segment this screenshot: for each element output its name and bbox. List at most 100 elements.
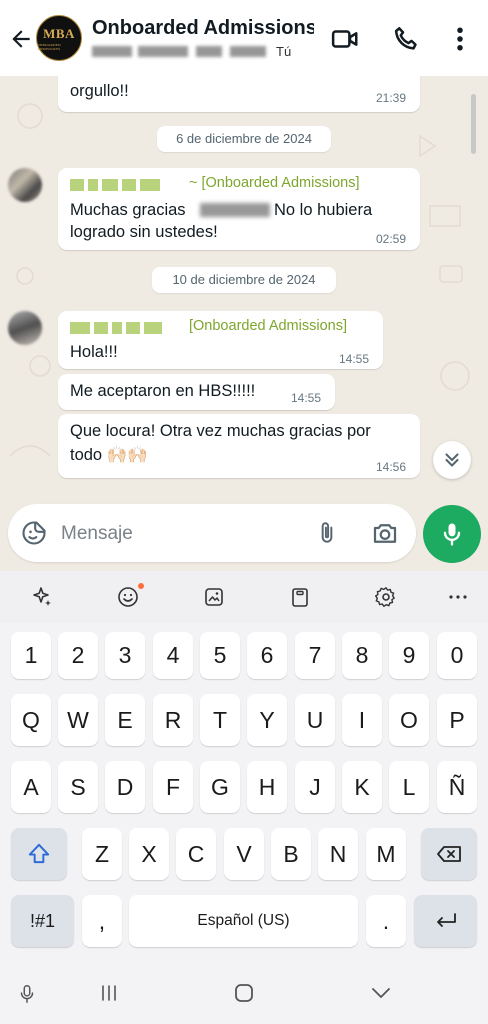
key-d[interactable]: D: [105, 761, 145, 813]
hide-keyboard-chevron-down-icon[interactable]: [368, 983, 394, 1003]
home-icon[interactable]: [232, 981, 256, 1005]
key-k[interactable]: K: [342, 761, 382, 813]
message-bubble[interactable]: orgullo!! 21:39: [58, 76, 420, 112]
key-p[interactable]: P: [437, 694, 477, 746]
key-2[interactable]: 2: [58, 632, 98, 679]
key-x[interactable]: X: [129, 828, 169, 880]
participant-self: Tú: [276, 44, 292, 59]
redacted-name: [200, 203, 270, 217]
enter-key[interactable]: [414, 895, 477, 947]
sender-avatar[interactable]: [8, 168, 42, 202]
message-text: logrado sin ustedes!: [70, 223, 218, 241]
key-0[interactable]: 0: [437, 632, 477, 679]
voice-call-icon[interactable]: [391, 24, 421, 54]
chat-header: MBA ONBOARDED ADMISSIONS Onboarded Admis…: [0, 0, 488, 76]
comma-key[interactable]: ,: [82, 895, 122, 947]
sender-name: [Onboarded Admissions]: [189, 318, 347, 334]
key-g[interactable]: G: [200, 761, 240, 813]
key-9[interactable]: 9: [389, 632, 429, 679]
message-text: Me aceptaron en HBS!!!!!: [70, 382, 256, 400]
image-translate-icon[interactable]: [200, 583, 228, 611]
period-key[interactable]: .: [366, 895, 406, 947]
date-separator: 6 de diciembre de 2024: [157, 126, 331, 152]
more-options-icon[interactable]: [445, 24, 475, 54]
message-bubble[interactable]: Que locura! Otra vez muchas gracias por …: [58, 414, 420, 478]
shift-key[interactable]: [11, 828, 67, 880]
space-key[interactable]: Español (US): [129, 895, 358, 947]
key-l[interactable]: L: [389, 761, 429, 813]
key-q[interactable]: Q: [11, 694, 51, 746]
key-n[interactable]: N: [318, 828, 358, 880]
message-time: 21:39: [376, 91, 407, 105]
participants-list[interactable]: Tú: [92, 44, 302, 60]
key-s[interactable]: S: [58, 761, 98, 813]
message-text: No lo hubiera: [274, 201, 373, 219]
key-y[interactable]: Y: [247, 694, 287, 746]
recent-apps-icon[interactable]: [96, 981, 122, 1005]
clipboard-icon[interactable]: [286, 583, 314, 611]
key-i[interactable]: I: [342, 694, 382, 746]
key-b[interactable]: B: [271, 828, 311, 880]
key-8[interactable]: 8: [342, 632, 382, 679]
message-input[interactable]: Mensaje: [61, 523, 133, 545]
date-separator: 10 de diciembre de 2024: [152, 267, 336, 293]
back-arrow-icon[interactable]: [8, 26, 34, 52]
video-call-icon[interactable]: [330, 24, 360, 54]
keyboard-toolbar: [0, 571, 488, 623]
sticker-icon[interactable]: [20, 519, 48, 547]
sender-name: ~ [Onboarded Admissions]: [189, 175, 360, 191]
backspace-key[interactable]: [421, 828, 477, 880]
key-z[interactable]: Z: [82, 828, 122, 880]
sender-name-redacted: [70, 321, 166, 334]
key-j[interactable]: J: [295, 761, 335, 813]
message-list[interactable]: orgullo!! 21:39 6 de diciembre de 2024 ~…: [0, 76, 488, 493]
message-bubble[interactable]: Me aceptaron en HBS!!!!! 14:55: [58, 374, 335, 410]
key-7[interactable]: 7: [295, 632, 335, 679]
emoji-icon[interactable]: [114, 583, 144, 611]
key-f[interactable]: F: [153, 761, 193, 813]
key-e[interactable]: E: [105, 694, 145, 746]
symbols-key[interactable]: !#1: [11, 895, 74, 947]
message-composer[interactable]: Mensaje: [8, 504, 416, 562]
key-5[interactable]: 5: [200, 632, 240, 679]
backspace-icon: [437, 846, 461, 862]
contact-avatar[interactable]: MBA ONBOARDED ADMISSIONS: [36, 15, 82, 61]
message-bubble[interactable]: ~ [Onboarded Admissions] Muchas gracias …: [58, 168, 420, 250]
attachment-icon[interactable]: [314, 519, 340, 547]
key-u[interactable]: U: [295, 694, 335, 746]
sender-name-redacted: [70, 178, 164, 191]
message-time: 14:56: [376, 460, 407, 474]
enter-arrow-icon: [436, 913, 456, 927]
scroll-to-bottom-button[interactable]: [433, 441, 471, 479]
system-navigation-bar: [0, 961, 488, 1024]
key-3[interactable]: 3: [105, 632, 145, 679]
scrollbar[interactable]: [471, 94, 476, 154]
sender-avatar[interactable]: [8, 311, 42, 345]
message-text: orgullo!!: [70, 82, 129, 100]
key-o[interactable]: O: [389, 694, 429, 746]
key-a[interactable]: A: [11, 761, 51, 813]
chat-title[interactable]: Onboarded Admissions...: [92, 17, 314, 40]
key-c[interactable]: C: [176, 828, 216, 880]
key-4[interactable]: 4: [153, 632, 193, 679]
key-m[interactable]: M: [366, 828, 406, 880]
key-t[interactable]: T: [200, 694, 240, 746]
key-1[interactable]: 1: [11, 632, 51, 679]
key-v[interactable]: V: [224, 828, 264, 880]
ai-sparkle-icon[interactable]: [28, 583, 56, 611]
voice-input-mic-icon[interactable]: [16, 981, 38, 1007]
message-text: Muchas gracias: [70, 201, 186, 219]
shift-arrow-icon: [28, 843, 50, 864]
voice-record-button[interactable]: [423, 505, 481, 563]
keyboard-settings-gear-icon[interactable]: [372, 583, 400, 611]
key-enye[interactable]: Ñ: [437, 761, 477, 813]
key-h[interactable]: H: [247, 761, 287, 813]
key-w[interactable]: W: [58, 694, 98, 746]
onscreen-keyboard: 1 2 3 4 5 6 7 8 9 0 Q W E R T Y U I O P …: [0, 571, 488, 1024]
notification-dot: [138, 583, 144, 589]
key-r[interactable]: R: [153, 694, 193, 746]
key-6[interactable]: 6: [247, 632, 287, 679]
more-horizontal-icon[interactable]: [444, 583, 472, 611]
message-bubble[interactable]: [Onboarded Admissions] Hola!!! 14:55: [58, 311, 383, 369]
camera-icon[interactable]: [370, 518, 400, 548]
